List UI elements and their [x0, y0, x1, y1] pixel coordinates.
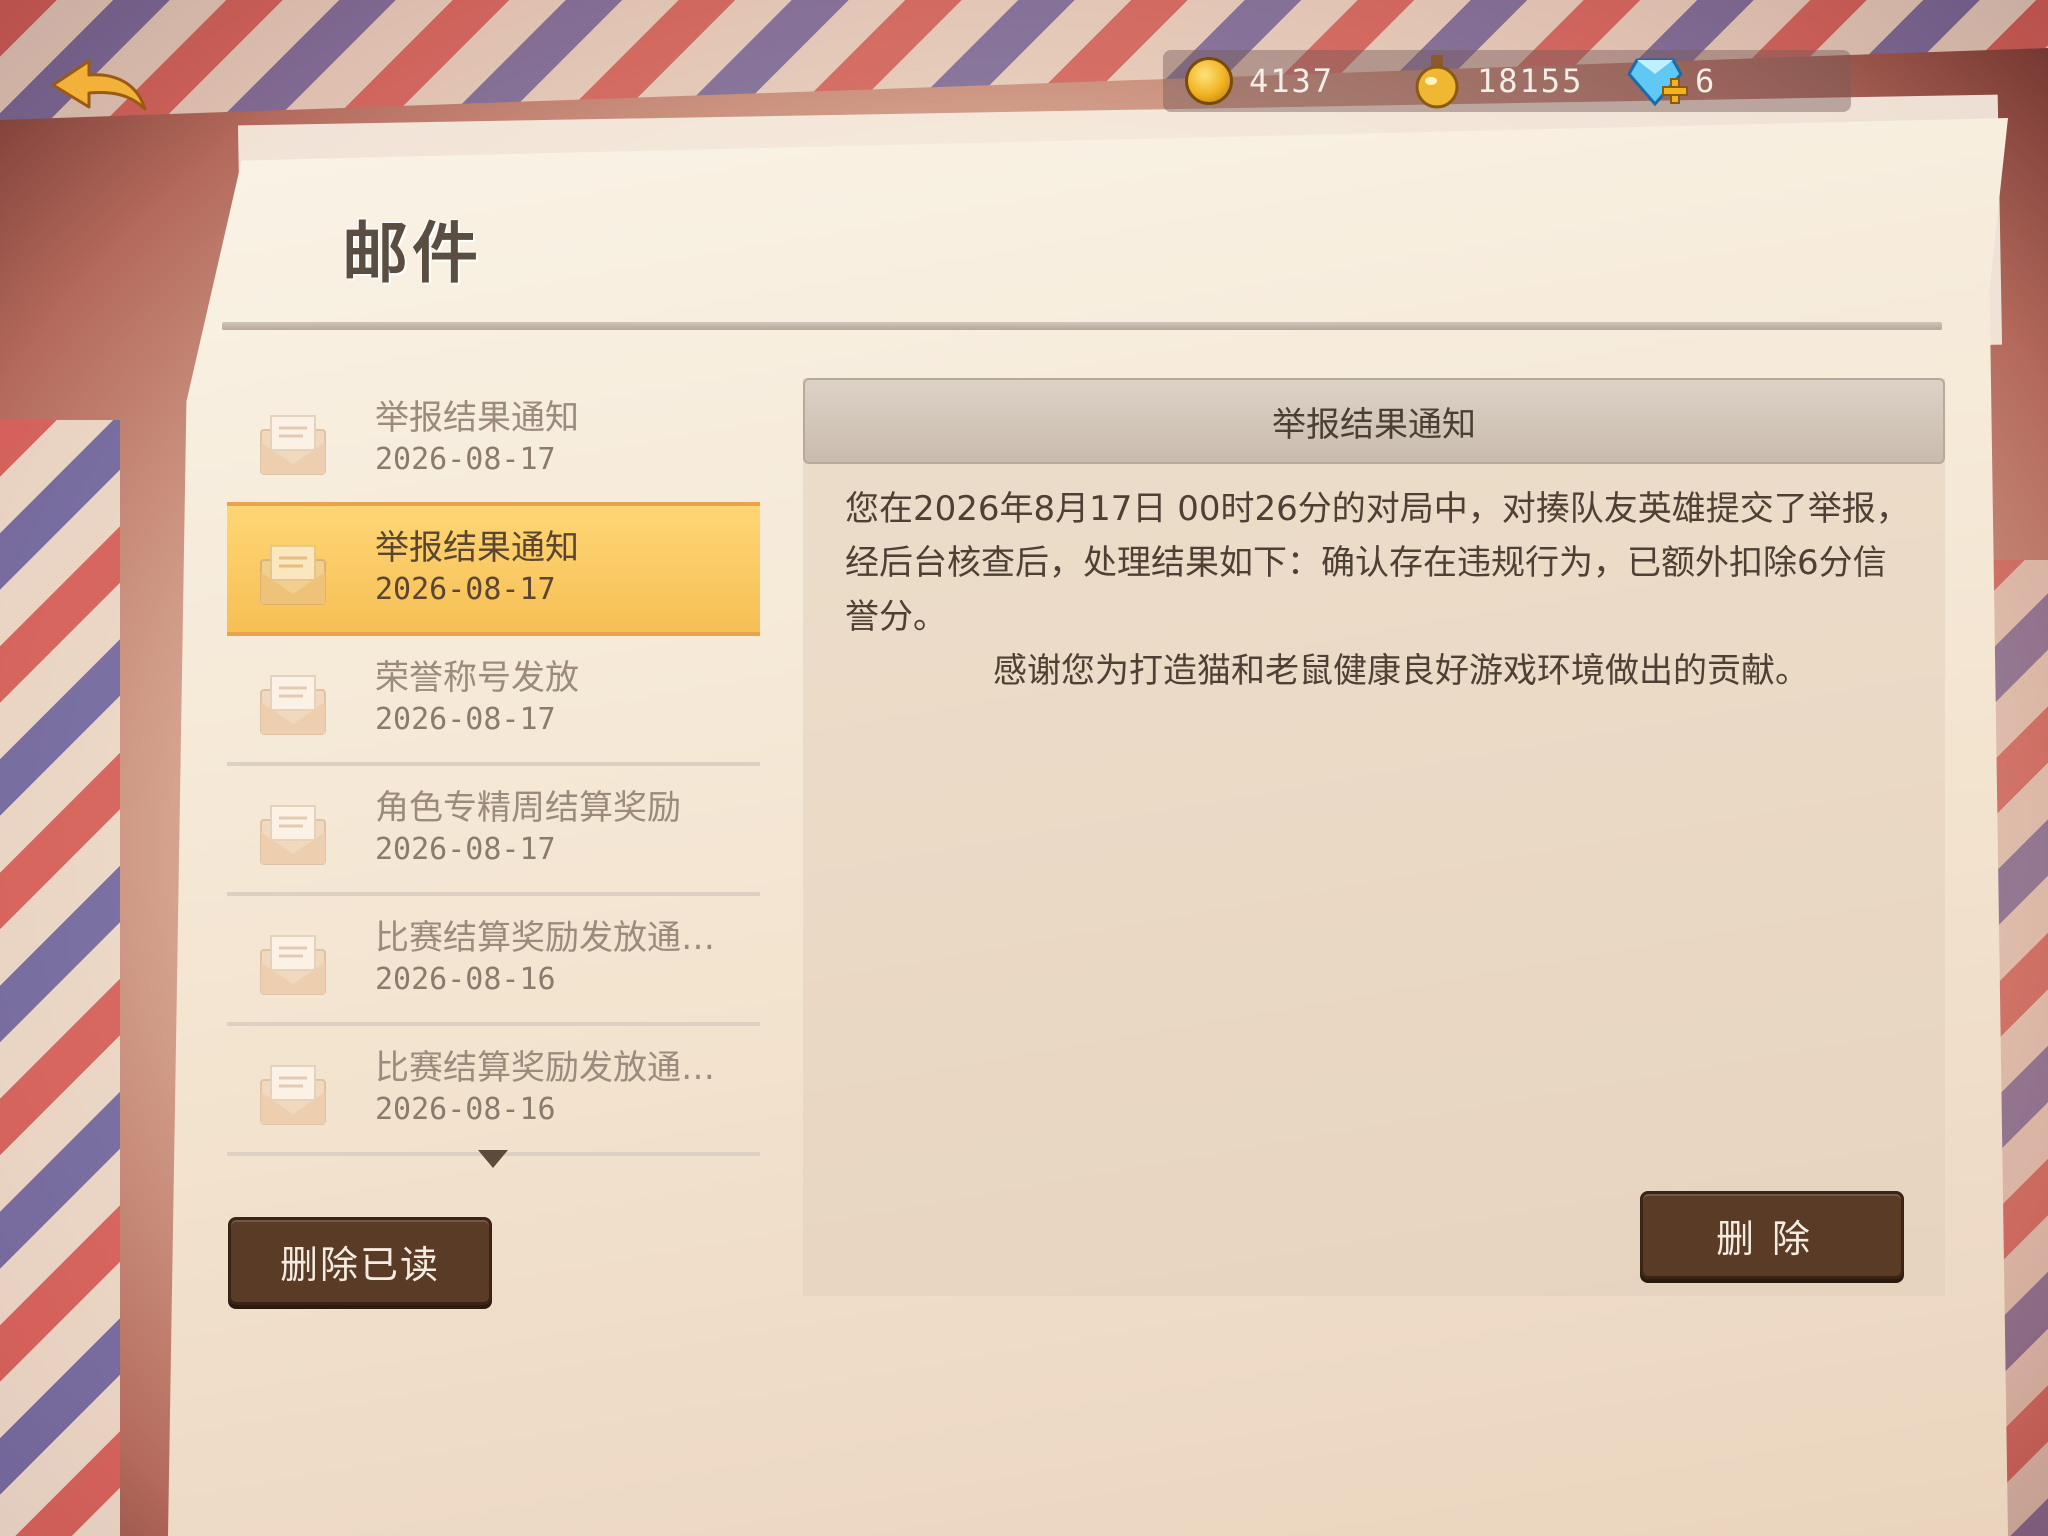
- envelope-icon: [260, 675, 326, 735]
- back-button[interactable]: [40, 48, 160, 128]
- delete-read-button[interactable]: 删除已读: [228, 1217, 492, 1305]
- add-diamond-icon[interactable]: [1661, 77, 1689, 105]
- mail-subject: 比赛结算奖励发放通…: [375, 918, 715, 958]
- envelope-icon: [260, 935, 326, 995]
- mail-item-3[interactable]: 荣誉称号发放 2026-08-17: [227, 636, 760, 766]
- mail-subject: 角色专精周结算奖励: [375, 788, 681, 828]
- mail-subject: 比赛结算奖励发放通…: [375, 1048, 715, 1088]
- diamond-amount: 6: [1695, 62, 1717, 100]
- mail-subject: 举报结果通知: [375, 528, 579, 568]
- gold-coin-icon: [1181, 53, 1237, 109]
- mail-date: 2026-08-17: [375, 832, 556, 867]
- mail-item-6[interactable]: 比赛结算奖励发放通… 2026-08-16: [227, 1026, 760, 1156]
- diamond-display[interactable]: 6: [1627, 50, 1716, 112]
- mail-date: 2026-08-17: [375, 442, 556, 477]
- diamond-icon: [1627, 53, 1688, 109]
- envelope-icon: [260, 805, 326, 865]
- envelope-icon: [260, 415, 326, 475]
- mail-subject: 荣誉称号发放: [375, 658, 579, 698]
- delete-button[interactable]: 删除: [1640, 1191, 1904, 1279]
- page-title: 邮件: [342, 215, 482, 292]
- title-divider: [222, 322, 1942, 330]
- mail-item-5[interactable]: 比赛结算奖励发放通… 2026-08-16: [227, 896, 760, 1026]
- currency-bar: 4137 18155 6: [1163, 50, 1851, 112]
- mail-detail-title: 举报结果通知: [803, 378, 1945, 464]
- envelope-icon: [260, 1065, 326, 1125]
- mail-detail-body: 您在2026年8月17日 00时26分的对局中，对揍队友英雄提交了举报，经后台核…: [845, 482, 1915, 698]
- mail-date: 2026-08-16: [375, 962, 556, 997]
- back-arrow-icon: [51, 59, 147, 111]
- airmail-stripes-left: [0, 420, 120, 1536]
- envelope-icon: [260, 545, 326, 605]
- mail-item-4[interactable]: 角色专精周结算奖励 2026-08-17: [227, 766, 760, 896]
- triangle-down-icon[interactable]: [478, 1150, 508, 1168]
- gold-display: 4137: [1181, 50, 1334, 112]
- mail-detail-paragraph-2: 感谢您为打造猫和老鼠健康良好游戏环境做出的贡献。: [993, 651, 1809, 691]
- mail-date: 2026-08-17: [375, 702, 556, 737]
- gold-amount: 4137: [1249, 62, 1335, 100]
- mail-date: 2026-08-16: [375, 1092, 556, 1127]
- mail-subject: 举报结果通知: [375, 398, 579, 438]
- mail-date: 2026-08-17: [375, 572, 556, 607]
- potion-display: 18155: [1409, 50, 1583, 112]
- potion-icon: [1409, 53, 1465, 109]
- mail-item-2[interactable]: 举报结果通知 2026-08-17: [227, 502, 760, 636]
- mail-list: 举报结果通知 2026-08-17 举报结果通知 2026-08-17 荣誉称号…: [227, 376, 760, 1156]
- mail-detail-panel: 举报结果通知 您在2026年8月17日 00时26分的对局中，对揍队友英雄提交了…: [803, 378, 1945, 1296]
- potion-amount: 18155: [1477, 62, 1584, 100]
- mail-item-1[interactable]: 举报结果通知 2026-08-17: [227, 376, 760, 506]
- mail-detail-paragraph-1: 您在2026年8月17日 00时26分的对局中，对揍队友英雄提交了举报，经后台核…: [845, 489, 1910, 637]
